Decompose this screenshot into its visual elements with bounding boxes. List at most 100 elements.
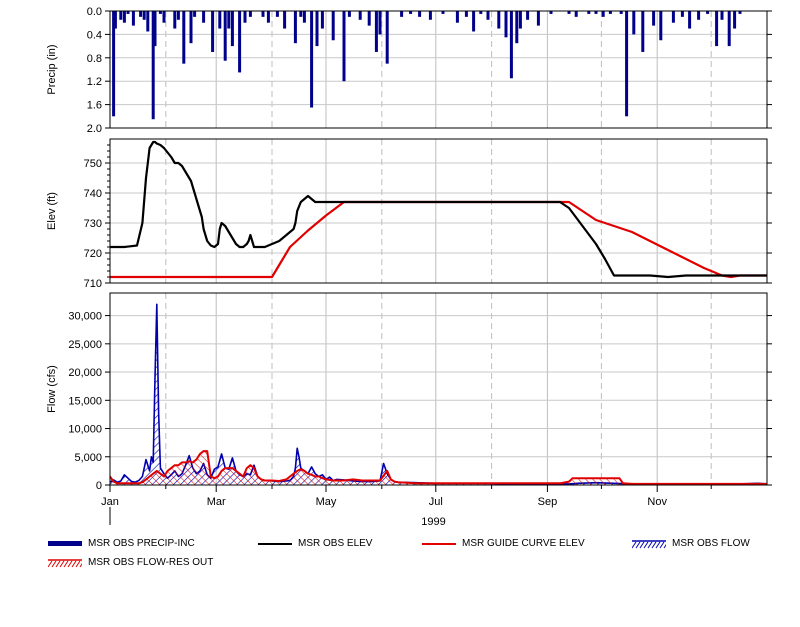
precip-bar (248, 11, 252, 17)
precip-ylabel: Precip (in) (46, 44, 58, 94)
precip-bar (173, 11, 177, 29)
precip-bar (358, 11, 362, 20)
precip-bar (574, 11, 578, 17)
legend-swatch-hatch (663, 543, 666, 548)
precip-bar (385, 11, 389, 64)
legend-swatch-hatch (659, 541, 665, 548)
precip-bar (347, 11, 351, 17)
elev-tick-label: 740 (84, 188, 102, 200)
elev-tick-label: 730 (84, 218, 102, 230)
legend-item: MSR OBS FLOW (632, 538, 750, 549)
precip-bar (131, 11, 135, 26)
legend-swatch-hatch (75, 560, 81, 567)
legend-swatch (48, 558, 82, 567)
elev-tick-label: 750 (84, 158, 102, 170)
precip-bar (486, 11, 490, 20)
precip-bar (261, 11, 265, 17)
precip-bar (497, 11, 501, 29)
legend-swatch (258, 542, 292, 545)
legend-label: MSR OBS PRECIP-INC (88, 538, 195, 549)
legend-swatch-hatch (643, 541, 649, 548)
flow-ylabel: Flow (cfs) (46, 365, 58, 413)
precip-bar (632, 11, 636, 35)
flow-tick-label: 25,000 (68, 339, 102, 351)
flow-tick-label: 20,000 (68, 367, 102, 379)
elev-ylabel: Elev (ft) (46, 192, 58, 230)
legend-swatch-bar (48, 540, 82, 546)
flow-tick-label: 0 (96, 480, 102, 492)
legend-swatch-hatch (59, 560, 65, 567)
precip-bar (266, 11, 270, 23)
precip-tick-label: 0.0 (87, 6, 102, 18)
legend-swatch-hatch (635, 541, 641, 548)
legend-swatch-hatch (67, 560, 73, 567)
legend-swatch (632, 539, 666, 548)
precip-bar (122, 11, 126, 23)
precip-bar (733, 11, 737, 29)
legend-item: MSR OBS FLOW-RES OUT (48, 557, 213, 568)
flow-tick-label: 30,000 (68, 311, 102, 323)
x-tick-label: Jan (101, 496, 119, 508)
chart-window: 0.0 0.4 0.8 1.2 1.6 2.0 Precip (in) 710 720 730 7… (0, 0, 800, 627)
precip-bar (659, 11, 663, 41)
precip-bar (223, 11, 227, 61)
legend-item: MSR OBS PRECIP-INC (48, 538, 195, 549)
precip-bar (218, 11, 222, 29)
precip-tick-label: 2.0 (87, 123, 102, 135)
precip-bar (139, 11, 143, 17)
precip-bar (182, 11, 186, 64)
legend-label: MSR GUIDE CURVE ELEV (462, 538, 585, 549)
precip-bar (720, 11, 724, 20)
precip-bar (211, 11, 215, 52)
precip-bar (146, 11, 150, 32)
precip-tick-label: 0.8 (87, 53, 102, 65)
precip-bar (275, 11, 279, 17)
elev-tick-label: 720 (84, 248, 102, 260)
precip-bar (509, 11, 513, 79)
precip-bar (455, 11, 459, 23)
legend-swatch-hatch (71, 560, 77, 567)
precip-bar (342, 11, 346, 82)
precip-bar (418, 11, 422, 17)
legend-swatch-hatch (48, 560, 53, 567)
precip-bar (464, 11, 468, 17)
legend-swatch-hatch (639, 541, 645, 548)
legend-swatch (422, 542, 456, 545)
precip-bar (320, 11, 324, 29)
x-axis-year-label: 1999 (421, 516, 445, 527)
legend-label: MSR OBS FLOW (672, 538, 750, 549)
precip-bar (625, 11, 629, 117)
precip-bar (680, 11, 684, 17)
hydrograph-chart: 0.00.40.81.21.62.0Precip (in) 7107207307… (46, 6, 772, 527)
precip-bar (176, 11, 180, 20)
precip-bar (238, 11, 242, 73)
guide-curve-line (110, 200, 767, 279)
precip-bar (227, 11, 231, 29)
legend-swatch-hatch (655, 541, 661, 548)
precip-bar (688, 11, 692, 29)
flow-tick-label: 5,000 (74, 452, 102, 464)
precip-tick-label: 1.6 (87, 100, 102, 112)
precip-bar (526, 11, 530, 20)
precip-bar (283, 11, 287, 29)
obs-elev-line (110, 140, 767, 279)
legend-label: MSR OBS ELEV (298, 538, 373, 549)
precip-bar (243, 11, 247, 23)
precip-bar (113, 11, 117, 29)
precip-bar (641, 11, 645, 52)
flow-tick-label: 15,000 (68, 395, 102, 407)
elev-panel: 710 720 730 740 750 Elev (ft) (46, 138, 772, 290)
x-tick-label: Nov (647, 496, 667, 508)
precip-bar (293, 11, 297, 44)
precip-bar (727, 11, 731, 47)
precip-bar (518, 11, 522, 29)
legend-item: MSR OBS ELEV (258, 538, 372, 549)
x-axis: Jan Mar May Jul Sep Nov 1999 (101, 485, 712, 527)
precip-bar (189, 11, 193, 44)
precip-bar (367, 11, 371, 26)
legend-swatch-hatch (79, 562, 82, 567)
precip-bar (697, 11, 701, 20)
legend-item: MSR GUIDE CURVE ELEV (422, 538, 585, 549)
precip-bar (202, 11, 206, 23)
flow-panel: 0 5,000 10,000 15,000 20,000 25,000 30,000 Flow… (46, 292, 772, 492)
